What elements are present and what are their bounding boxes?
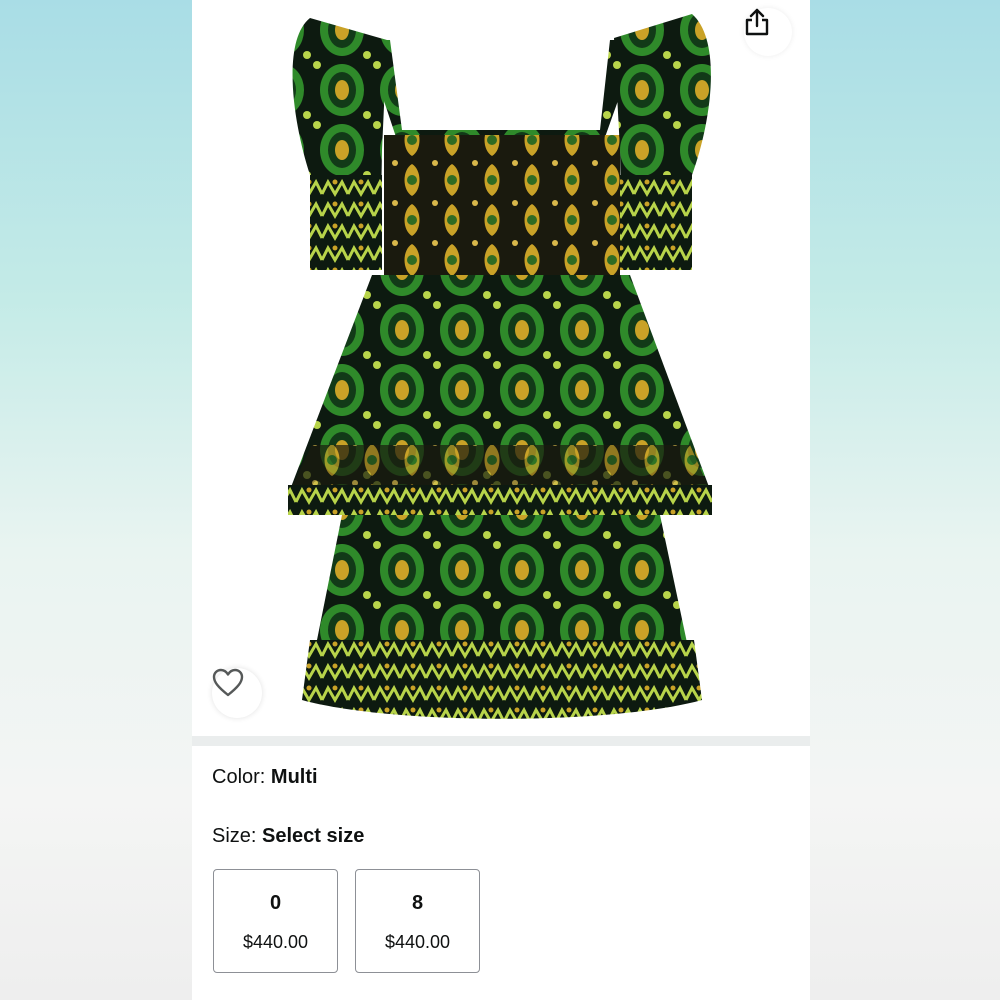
size-option-size: 8 <box>411 892 424 914</box>
share-button[interactable] <box>744 8 792 56</box>
bodice <box>384 135 620 275</box>
dress-illustration <box>288 14 712 719</box>
product-page: Color: Multi Size: Select size 0 $440.00… <box>192 0 810 1000</box>
size-option-price: $440.00 <box>384 932 451 952</box>
favorite-button[interactable] <box>212 668 262 718</box>
size-option-price: $440.00 <box>242 932 309 952</box>
share-icon <box>745 8 769 36</box>
background-blur-left <box>0 0 192 1000</box>
size-value: Select size <box>262 825 365 847</box>
background-blur-right <box>810 0 1000 1000</box>
section-divider <box>192 736 810 746</box>
size-option-0[interactable]: 0 $440.00 <box>213 869 338 973</box>
size-option-8[interactable]: 8 $440.00 <box>355 869 480 973</box>
size-option-size: 0 <box>269 892 282 914</box>
color-value: Multi <box>270 766 318 788</box>
heart-outline-icon <box>212 668 244 697</box>
size-label: Size: <box>212 825 263 847</box>
size-selection: Size: Select size <box>212 825 364 848</box>
color-label: Color: <box>212 766 271 788</box>
product-image[interactable] <box>192 0 810 736</box>
color-selection: Color: Multi <box>212 766 318 789</box>
